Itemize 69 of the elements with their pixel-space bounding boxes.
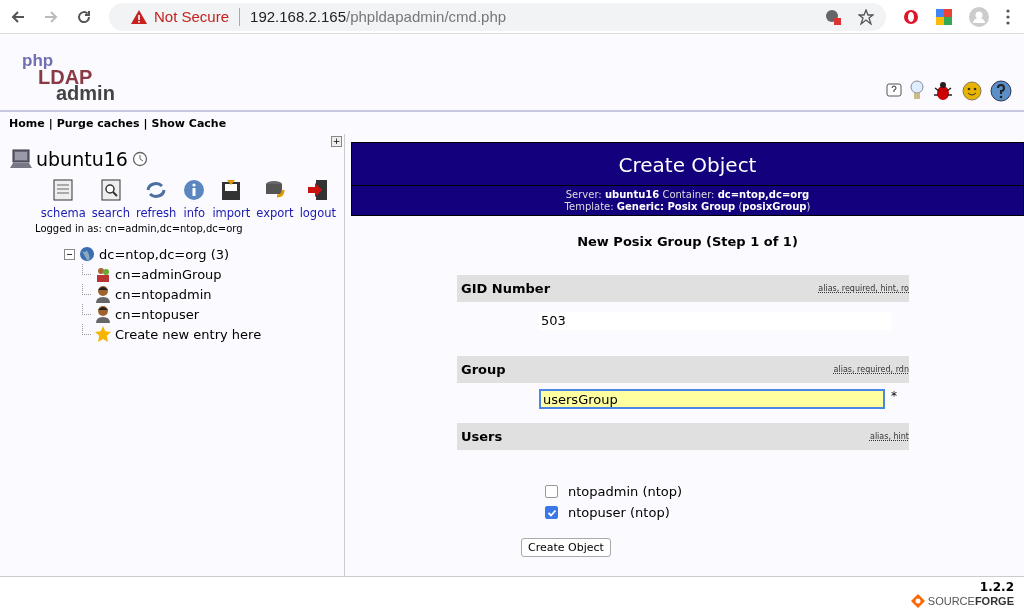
tree-toggle[interactable] [64, 248, 75, 260]
attribute-name: Group [461, 362, 506, 377]
group-name-field[interactable]: usersGroup [539, 389, 885, 409]
tree-item[interactable]: cn=ntopuser [115, 306, 200, 322]
menu-icon[interactable] [1006, 8, 1010, 25]
template-info: Template: Generic: Posix Group (posixGroup) [563, 201, 812, 213]
attribute-hints: alias, required, hint, ro [818, 284, 909, 293]
brand-text: SOURCEFORGE [927, 595, 1014, 607]
opera-icon[interactable] [903, 8, 919, 25]
group-icon [95, 266, 111, 282]
separator: | [143, 116, 148, 130]
required-mark: * [891, 389, 897, 403]
attribute-name: Users [461, 429, 503, 444]
create-object-button[interactable]: Create Object [521, 538, 611, 557]
tree-item[interactable]: cn=ntopadmin [115, 286, 212, 302]
magnifier-icon [98, 178, 123, 202]
info-icon [182, 178, 207, 202]
toolbar-link[interactable]: schema [40, 178, 86, 220]
bug-icon[interactable] [932, 80, 954, 102]
toolbar-link[interactable]: export [256, 178, 294, 220]
checkbox[interactable] [545, 506, 558, 519]
server-name[interactable]: ubuntu16 [36, 148, 128, 170]
smiley-icon[interactable] [962, 81, 982, 101]
toolbar-link[interactable]: search [91, 178, 130, 220]
user-icon [95, 305, 111, 323]
step-heading: New Posix Group (Step 1 of 1) [576, 234, 799, 249]
globe-icon [79, 246, 95, 262]
tree-item[interactable]: Create new entry here [115, 326, 262, 342]
checkbox-label: ntopuser (ntop) [568, 505, 670, 520]
expand-toggle[interactable]: + [331, 136, 342, 147]
nav-link[interactable]: Home [9, 116, 45, 130]
computer-icon [10, 149, 32, 169]
lightbulb-icon[interactable] [910, 80, 924, 102]
security-label: Not Secure [154, 8, 230, 25]
exit-door-icon [305, 178, 330, 202]
tree-item[interactable]: dc=ntop,dc=org (3) [99, 246, 230, 262]
version-text: 1.2.2 [979, 580, 1014, 594]
star-icon[interactable] [858, 8, 874, 25]
login-status: Logged in as: cn=admin,dc=ntop,dc=org [35, 223, 244, 234]
checkbox[interactable] [545, 485, 558, 498]
logo-text: admin [56, 86, 115, 100]
extension-icon[interactable] [936, 8, 952, 25]
clock-icon[interactable] [131, 151, 148, 167]
back-icon[interactable] [10, 8, 26, 25]
address-bar[interactable]: Not Secure 192.168.2.165/phpldapadmin/cmd.php [109, 2, 886, 31]
attribute-hints: alias, hint [870, 432, 909, 441]
user-icon [95, 285, 111, 303]
toolbar-link[interactable]: logout [299, 178, 336, 220]
help-icon[interactable] [990, 80, 1012, 102]
checkbox-label: ntopadmin (ntop) [568, 484, 683, 499]
toolbar-link[interactable]: refresh [135, 178, 177, 220]
url-text: 192.168.2.165/phpldapadmin/cmd.php [250, 8, 507, 25]
diamond-logo-icon [910, 594, 925, 608]
toolbar-link[interactable]: info [182, 178, 207, 220]
attribute-name: GID Number [461, 281, 551, 296]
gid-value-field: 503 [539, 312, 891, 330]
separator: | [48, 116, 53, 130]
reload-icon[interactable] [76, 8, 92, 25]
nav-link[interactable]: Show Cache [151, 116, 227, 130]
document-icon [51, 178, 76, 202]
star-icon [95, 326, 111, 342]
toolbar-link[interactable]: import [212, 178, 251, 220]
server-info: Server: ubuntu16 Container: dc=ntop,dc=org [564, 189, 811, 201]
warning-icon [131, 9, 147, 24]
logo-text: LDAP [38, 68, 93, 86]
nav-link[interactable]: Purge caches [56, 116, 140, 130]
tree-item[interactable]: cn=adminGroup [115, 266, 222, 282]
page-title: Create Object [352, 143, 1023, 186]
attribute-hints: alias, required, rdn [833, 365, 909, 374]
